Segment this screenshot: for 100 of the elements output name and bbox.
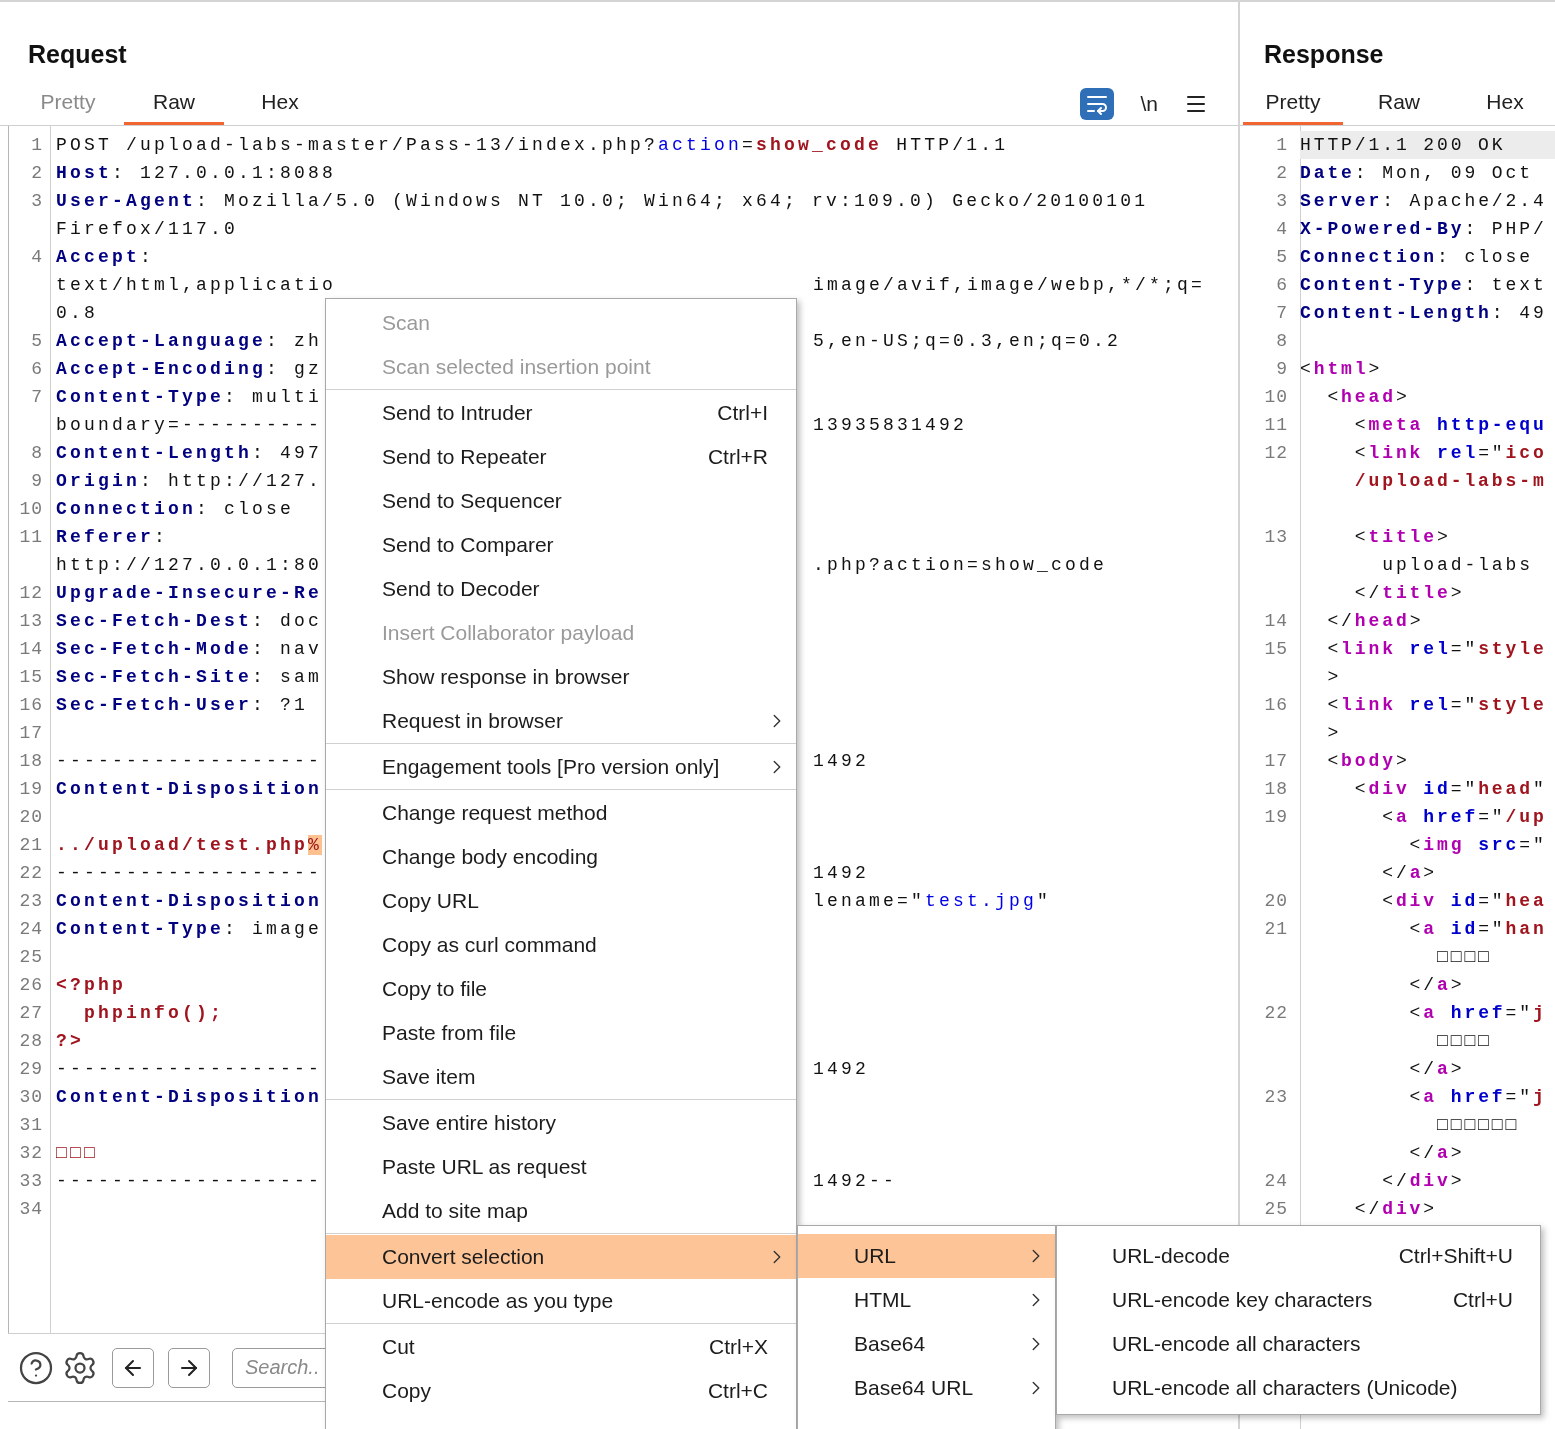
code-text: HTTP/1.1 200 OK	[1300, 131, 1555, 159]
menu-item[interactable]: URL-encode all characters	[1057, 1322, 1540, 1366]
back-button[interactable]	[112, 1347, 154, 1388]
code-text: 1492--	[813, 1170, 897, 1193]
code-text: -------------------	[56, 750, 323, 773]
wrap-text-button[interactable]	[1080, 87, 1115, 120]
code-text: </a>	[1381, 862, 1438, 885]
menu-item[interactable]: Request in browser	[326, 699, 796, 743]
menu-item[interactable]: Copy to file	[326, 967, 796, 1011]
code-text: Date: Mon, 09 Oct	[1300, 162, 1533, 185]
menu-item[interactable]: Paste URL as request	[326, 1145, 796, 1189]
code-text: ../upload/test.php%	[56, 834, 323, 857]
line-number: 34	[18, 1199, 44, 1219]
tab[interactable]: Pretty	[1243, 82, 1343, 125]
menu-item[interactable]: Send to Sequencer	[326, 479, 796, 523]
menu-item[interactable]: Add to site map	[326, 1189, 796, 1233]
panel-title: Response	[1263, 39, 1385, 70]
line-number: 5	[30, 331, 44, 351]
line-number: 27	[18, 1003, 44, 1023]
tab[interactable]: Raw	[1349, 82, 1449, 125]
line-number: 17	[1263, 751, 1289, 771]
line-number: 16	[18, 695, 44, 715]
tab[interactable]: Raw	[124, 82, 224, 125]
code-text: Referer:	[56, 526, 169, 549]
menu-item[interactable]: Save entire history	[326, 1101, 796, 1145]
code-text: Accept-Encoding: gz	[56, 358, 323, 381]
line-number: 13	[1263, 527, 1289, 547]
code-text: Sec-Fetch-Site: sam	[56, 666, 323, 689]
code-text: <img src="	[1408, 834, 1547, 857]
menu-item[interactable]: URL-encode all characters (Unicode)	[1057, 1366, 1540, 1410]
menu-item[interactable]: Show response in browser	[326, 655, 796, 699]
code-text: <div id="head"	[1353, 778, 1547, 801]
code-text: Firefox/117.0	[56, 218, 239, 241]
code-text: □□□□	[1436, 1030, 1492, 1053]
code-text: Sec-Fetch-Mode: nav	[56, 638, 323, 661]
code-text: <head>	[1326, 386, 1410, 409]
menu-item[interactable]: HTML	[798, 1278, 1055, 1322]
help-icon[interactable]	[18, 1349, 54, 1386]
menu-item[interactable]: Paste from file	[326, 1011, 796, 1055]
code-text: Origin: http://127.	[56, 470, 323, 493]
code-text: Connection: close	[56, 498, 295, 521]
menu-item[interactable]: Cut Ctrl+X	[326, 1325, 796, 1369]
code-text: ?>	[56, 1030, 84, 1053]
code-text: http://127.0.0.1:80	[56, 554, 323, 577]
line-number: 33	[18, 1171, 44, 1191]
menu-item[interactable]: Base64 URL	[798, 1366, 1055, 1410]
code-text: <a href="j	[1408, 1002, 1547, 1025]
line-number: 9	[1275, 359, 1289, 379]
line-number: 7	[30, 387, 44, 407]
menu-item[interactable]: URL-encode key characters Ctrl+U	[1057, 1278, 1540, 1322]
forward-button[interactable]	[168, 1347, 210, 1388]
menu-item[interactable]: Change body encoding	[326, 835, 796, 879]
menu-item[interactable]: URL-decode Ctrl+Shift+U	[1057, 1234, 1540, 1278]
menu-item[interactable]: Copy URL	[326, 879, 796, 923]
code-text: Connection: close	[1300, 246, 1533, 269]
menu-item[interactable]: Send to Repeater Ctrl+R	[326, 435, 796, 479]
tab[interactable]: Hex	[230, 82, 330, 125]
menu-item[interactable]: Engagement tools [Pro version only]	[326, 745, 796, 789]
menu-item[interactable]: Change request method	[326, 791, 796, 835]
menu-item[interactable]: Convert selection	[326, 1235, 796, 1279]
code-text: Content-Length: 49	[1300, 302, 1547, 325]
code-text: <meta http-equ	[1353, 414, 1547, 437]
line-number: 25	[1263, 1199, 1289, 1219]
code-text: 5,en-US;q=0.3,en;q=0.2	[813, 330, 1122, 353]
menu-item[interactable]: Base64	[798, 1322, 1055, 1366]
menu-item[interactable]: Send to Comparer	[326, 523, 796, 567]
line-number: 10	[1263, 387, 1289, 407]
menu-item[interactable]: Send to Decoder	[326, 567, 796, 611]
line-number: 17	[18, 723, 44, 743]
line-number: 19	[1263, 807, 1289, 827]
menu-item[interactable]: Copy Ctrl+C	[326, 1369, 796, 1413]
code-text: </div>	[1381, 1170, 1465, 1193]
code-text: Content-Type: text	[1300, 274, 1547, 297]
code-text: </head>	[1326, 610, 1424, 633]
menu-item[interactable]: URL-encode as you type	[326, 1279, 796, 1323]
code-text: <a id="han	[1408, 918, 1547, 941]
code-text: text/html,applicatio	[56, 274, 337, 297]
line-number: 20	[1263, 891, 1289, 911]
code-text: -------------------	[56, 862, 323, 885]
line-number: 24	[18, 919, 44, 939]
line-number: 22	[1263, 1003, 1289, 1023]
tab[interactable]: Hex	[1455, 82, 1555, 125]
code-text: □□□□□□	[1436, 1114, 1520, 1137]
menu-item[interactable]: URL	[798, 1234, 1055, 1278]
line-number: 1	[1275, 135, 1289, 155]
code-text: upload-labs	[1381, 554, 1533, 577]
settings-icon[interactable]	[62, 1349, 98, 1386]
line-number: 6	[30, 359, 44, 379]
code-text: boundary=----------	[56, 414, 323, 437]
menu-item[interactable]: Save item	[326, 1055, 796, 1099]
code-text: </a>	[1408, 1142, 1465, 1165]
line-number: 1	[30, 135, 44, 155]
code-text: 1492	[813, 1058, 869, 1081]
code-text: >	[1326, 666, 1342, 689]
newline-toggle[interactable]: \n	[1140, 91, 1158, 116]
menu-item[interactable]: Send to Intruder Ctrl+I	[326, 391, 796, 435]
line-number: 4	[1275, 219, 1289, 239]
menu-item[interactable]: Copy as curl command	[326, 923, 796, 967]
code-text: <a href="/up	[1381, 806, 1547, 829]
code-text: 13935831492	[813, 414, 968, 437]
